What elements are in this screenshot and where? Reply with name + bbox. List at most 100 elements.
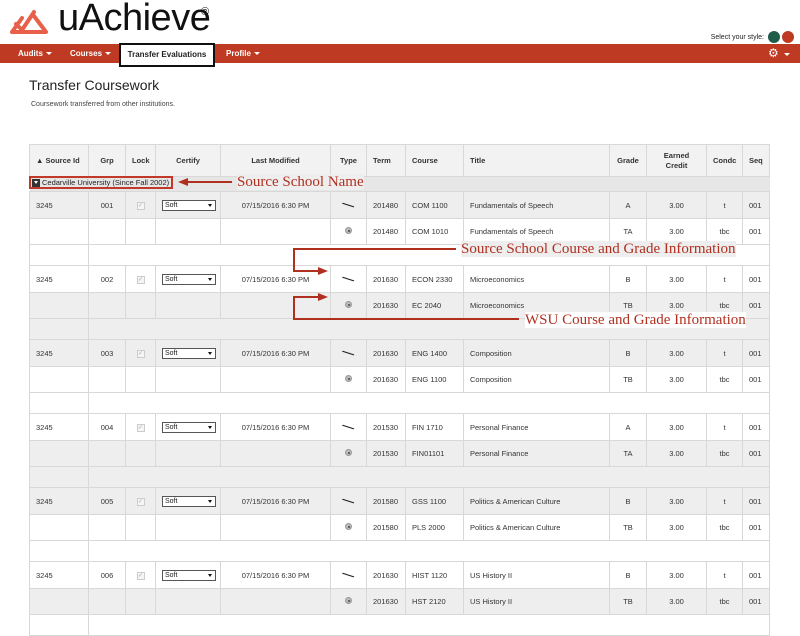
radio-icon[interactable]: [345, 597, 352, 604]
earned-credit: 3.00: [646, 265, 707, 293]
source-course-row[interactable]: 3245 001 ✓ Soft 07/15/2016 6:30 PM ╲ 201480 COM…: [29, 191, 770, 219]
wsu-course-row[interactable]: 201580 PLS 2000 Politics & American Cultur…: [29, 514, 770, 541]
col-grp[interactable]: Grp: [88, 144, 126, 177]
certify-select[interactable]: Soft: [162, 569, 216, 581]
seq: 001: [742, 218, 770, 245]
radio-icon[interactable]: [345, 301, 352, 308]
source-course-row[interactable]: 3245 002 ✓ Soft 07/15/2016 6:30 PM ╲ 201630 ECO…: [29, 265, 770, 293]
group-number: 005: [88, 487, 126, 515]
source-course-row[interactable]: 3245 003 ✓ Soft 07/15/2016 6:30 PM ╲ 201630 ENG…: [29, 339, 770, 367]
caret-down-icon: [253, 52, 260, 56]
last-modified: 07/15/2016 6:30 PM: [220, 561, 331, 589]
course: ENG 1100: [405, 366, 464, 393]
school-group-header[interactable]: Cedarville University (Since Fall 2002): [29, 176, 174, 189]
type-cell: ╲: [330, 339, 367, 367]
radio-icon[interactable]: [345, 523, 352, 530]
source-course-row[interactable]: 3245 006 ✓ Soft 07/15/2016 6:30 PM ╲ 201630 HIS…: [29, 561, 770, 589]
wrench-icon[interactable]: ╲: [343, 569, 355, 581]
wrench-icon[interactable]: ╲: [343, 495, 355, 507]
lock-checkbox[interactable]: ✓: [136, 350, 145, 358]
col-title[interactable]: Title: [463, 144, 610, 177]
condc: t: [706, 487, 743, 515]
certify-select[interactable]: Soft: [162, 347, 216, 359]
gear-icon[interactable]: ⚙: [768, 47, 782, 61]
collapse-toggle-icon[interactable]: [32, 178, 40, 187]
annotation-line: [293, 248, 295, 272]
col-term[interactable]: Term: [366, 144, 406, 177]
type-cell: ╲: [330, 561, 367, 589]
col-source-id[interactable]: ▲ Source Id: [29, 144, 89, 177]
course-title: US History II: [463, 588, 610, 615]
term: 201630: [366, 265, 406, 293]
nav-audits[interactable]: Audits: [18, 44, 52, 63]
col-condc[interactable]: Condc: [706, 144, 743, 177]
empty-cell: [29, 440, 89, 467]
grade: A: [609, 413, 647, 441]
group-number: 001: [88, 191, 126, 219]
lock-checkbox[interactable]: ✓: [136, 424, 145, 432]
grade: TB: [609, 588, 647, 615]
certify-select[interactable]: Soft: [162, 199, 216, 211]
source-course-row[interactable]: 3245 005 ✓ Soft 07/15/2016 6:30 PM ╲ 201580 GSS…: [29, 487, 770, 515]
radio-icon[interactable]: [345, 375, 352, 382]
wsu-course-row[interactable]: 201630 ENG 1100 Composition TB 3.00 tbc 001: [29, 366, 770, 393]
col-seq[interactable]: Seq: [742, 144, 770, 177]
nav-courses-label: Courses: [70, 49, 103, 58]
nav-courses[interactable]: Courses: [70, 44, 112, 63]
col-last-modified[interactable]: Last Modified: [220, 144, 331, 177]
course-title: Fundamentals of Speech: [463, 191, 610, 219]
course-title: Politics & American Culture: [463, 514, 610, 541]
course: FIN 1710: [405, 413, 464, 441]
lock-checkbox[interactable]: ✓: [136, 202, 145, 210]
certify-value: Soft: [165, 201, 178, 209]
source-course-row[interactable]: 3245 004 ✓ Soft 07/15/2016 6:30 PM ╲ 201530 FIN…: [29, 413, 770, 441]
spacer-row: [29, 392, 770, 414]
grade: TB: [609, 514, 647, 541]
dropdown-arrow-icon: [208, 351, 212, 355]
earned-credit: 3.00: [646, 413, 707, 441]
group-number: 002: [88, 265, 126, 293]
certify-cell: Soft: [155, 561, 221, 589]
empty-cell: [155, 292, 221, 319]
radio-icon[interactable]: [345, 227, 352, 234]
certify-cell: Soft: [155, 339, 221, 367]
last-modified: 07/15/2016 6:30 PM: [220, 413, 331, 441]
earned-credit: 3.00: [646, 339, 707, 367]
col-course[interactable]: Course: [405, 144, 464, 177]
nav-profile[interactable]: Profile: [226, 44, 260, 63]
col-type[interactable]: Type: [330, 144, 367, 177]
annotation-line: [293, 296, 295, 320]
annotation-line: [293, 318, 519, 320]
lock-cell: ✓: [125, 339, 156, 367]
style-green-button[interactable]: [768, 31, 780, 43]
condc: t: [706, 339, 743, 367]
col-earned-credit[interactable]: Earned Credit: [646, 144, 707, 177]
spacer-cell: [29, 614, 89, 636]
type-cell: [330, 440, 367, 467]
annotation-line: [293, 270, 318, 272]
col-certify[interactable]: Certify: [155, 144, 221, 177]
certify-select[interactable]: Soft: [162, 273, 216, 285]
nav-transfer-evaluations[interactable]: Transfer Evaluations: [119, 43, 215, 67]
col-grade[interactable]: Grade: [609, 144, 647, 177]
caret-down-icon[interactable]: [784, 53, 790, 56]
spacer-cell: [29, 466, 89, 488]
last-modified: 07/15/2016 6:30 PM: [220, 191, 331, 219]
certify-select[interactable]: Soft: [162, 495, 216, 507]
term: 201630: [366, 561, 406, 589]
wrench-icon[interactable]: ╲: [343, 199, 355, 211]
col-lock[interactable]: Lock: [125, 144, 156, 177]
wsu-course-row[interactable]: 201630 HST 2120 US History II TB 3.00 tbc 001: [29, 588, 770, 615]
wrench-icon[interactable]: ╲: [343, 421, 355, 433]
group-number: 004: [88, 413, 126, 441]
wsu-course-row[interactable]: 201530 FIN01101 Personal Finance TA 3.00 tbc 0…: [29, 440, 770, 467]
lock-checkbox[interactable]: ✓: [136, 572, 145, 580]
wrench-icon[interactable]: ╲: [343, 273, 355, 285]
radio-icon[interactable]: [345, 449, 352, 456]
wrench-icon[interactable]: ╲: [343, 347, 355, 359]
certify-select[interactable]: Soft: [162, 421, 216, 433]
lock-checkbox[interactable]: ✓: [136, 498, 145, 506]
condc: t: [706, 191, 743, 219]
lock-checkbox[interactable]: ✓: [136, 276, 145, 284]
style-red-button[interactable]: [782, 31, 794, 43]
